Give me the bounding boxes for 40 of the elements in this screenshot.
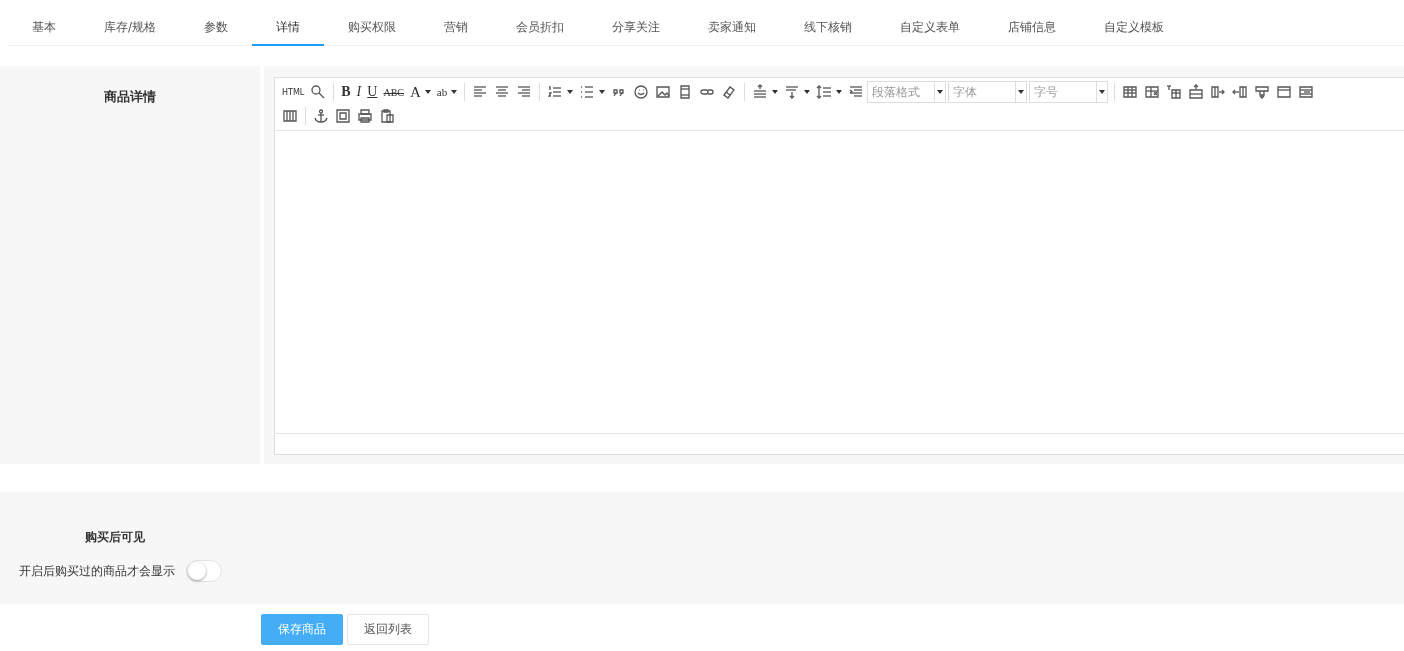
tab[interactable]: 参数 — [180, 10, 253, 46]
tab[interactable]: 购买权限 — [324, 10, 421, 46]
toolbar-button[interactable]: HTML — [279, 82, 308, 102]
toolbar-button[interactable]: I — [353, 82, 365, 102]
toolbar-button[interactable]: U — [364, 82, 381, 102]
tab[interactable]: 线下核销 — [780, 10, 877, 46]
tab[interactable]: 店铺信息 — [984, 10, 1081, 46]
caret-icon — [1099, 90, 1106, 94]
tab[interactable]: 分享关注 — [588, 10, 685, 46]
caret-icon — [599, 90, 606, 94]
line-height-icon — [816, 84, 833, 100]
caret-icon — [567, 90, 574, 94]
row-spacing-icon — [752, 84, 769, 100]
caret-icon — [937, 90, 944, 94]
tab[interactable]: 自定义表单 — [876, 10, 985, 46]
caret-icon — [836, 90, 843, 94]
toolbar-button[interactable]: ab — [433, 82, 461, 102]
caret-icon — [804, 90, 811, 94]
caret-icon — [451, 90, 458, 94]
tab[interactable]: 库存/规格 — [80, 10, 181, 46]
field-label: 商品详情 — [104, 89, 156, 104]
caret-icon — [1018, 90, 1025, 94]
toggle-switch[interactable] — [186, 560, 222, 582]
section-title: 购买后可见 — [84, 529, 146, 546]
action-button[interactable]: 返回列表 — [347, 614, 429, 645]
toolbar-button[interactable]: A — [406, 82, 434, 102]
tab[interactable]: 基本 — [8, 10, 80, 46]
tab[interactable]: 自定义模板 — [1080, 10, 1189, 46]
tab[interactable]: 营销 — [420, 10, 493, 46]
tab[interactable]: 卖家通知 — [684, 10, 781, 46]
caret-icon — [772, 90, 779, 94]
para-spacing-icon — [784, 84, 801, 100]
toolbar-button[interactable]: ABC — [380, 82, 407, 102]
toolbar-button[interactable]: B — [338, 82, 354, 102]
tab[interactable]: 会员折扣 — [492, 10, 589, 46]
toggle-label: 开启后购买过的商品才会显示 — [19, 562, 175, 580]
numbered-list-icon — [547, 84, 564, 100]
bullet-list-icon — [579, 84, 596, 100]
caret-icon — [424, 90, 431, 94]
tab[interactable]: 详情 — [252, 10, 325, 46]
